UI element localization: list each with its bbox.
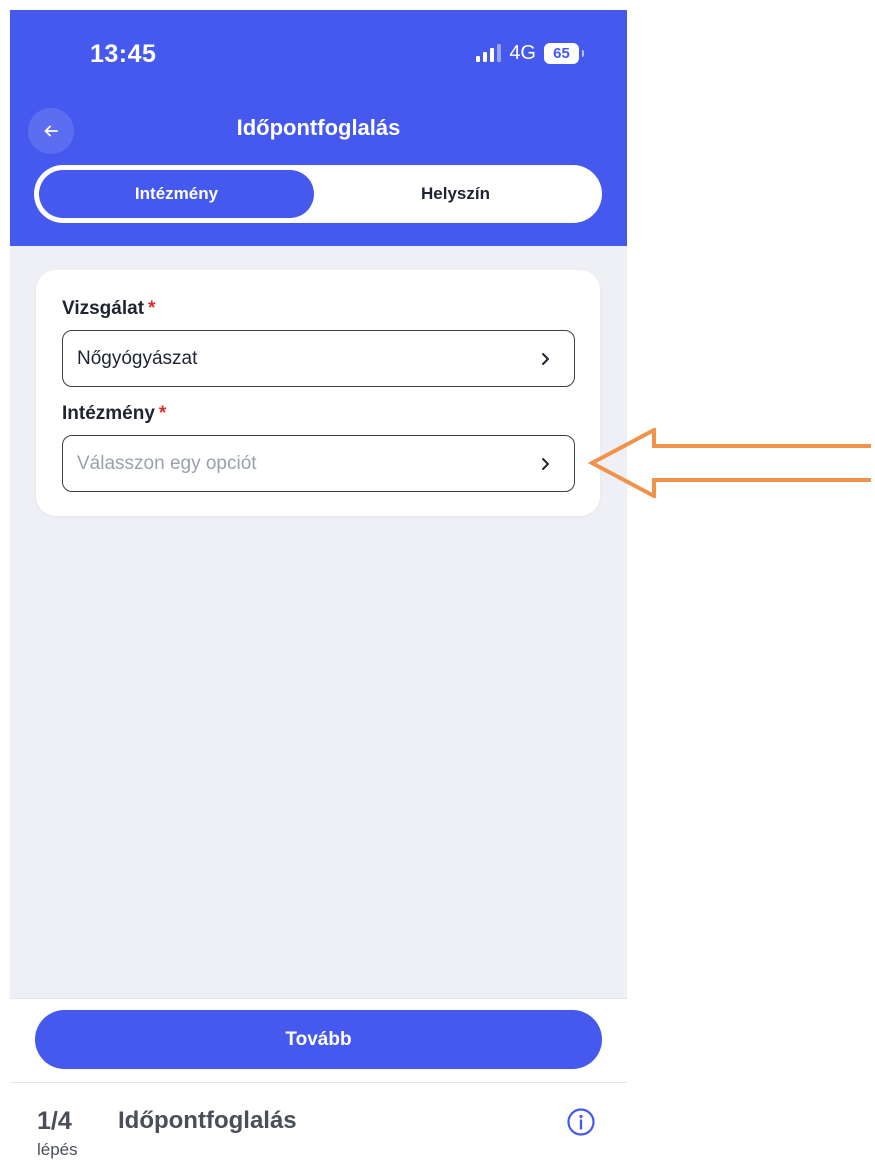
next-button[interactable]: Tovább xyxy=(35,1010,602,1069)
step-title: Időpontfoglalás xyxy=(118,1107,297,1134)
footer-divider xyxy=(10,1082,627,1083)
chevron-right-icon xyxy=(540,457,554,471)
annotation-arrow-icon xyxy=(588,428,871,498)
required-mark: * xyxy=(158,403,167,424)
step-number: 1/4 xyxy=(37,1107,72,1135)
segment-location[interactable]: Helyszín xyxy=(314,170,597,218)
main-content: Vizsgálat * Nőgyógyászat Intézmény * Válas… xyxy=(10,246,627,998)
status-time: 13:45 xyxy=(90,40,157,68)
exam-label: Vizsgálat * xyxy=(62,298,156,319)
institution-label: Intézmény * xyxy=(62,403,167,424)
status-indicators: 4G 65 xyxy=(476,41,584,65)
footer-divider xyxy=(10,998,627,999)
app-header: 13:45 4G 65 Időpontfoglalás Intézmény He… xyxy=(10,10,627,246)
network-type: 4G xyxy=(509,41,536,64)
signal-icon xyxy=(476,44,502,62)
institution-placeholder: Válasszon egy opciót xyxy=(77,452,257,474)
chevron-right-icon xyxy=(540,352,554,366)
page-title: Időpontfoglalás xyxy=(236,115,401,140)
form-card: Vizsgálat * Nőgyógyászat Intézmény * Válas… xyxy=(36,270,600,516)
institution-select[interactable]: Válasszon egy opciót xyxy=(62,435,575,492)
exam-value: Nőgyógyászat xyxy=(77,347,198,369)
required-mark: * xyxy=(148,298,156,319)
battery-icon: 65 xyxy=(544,42,584,64)
step-word: lépés xyxy=(37,1140,78,1159)
phone-screen: 13:45 4G 65 Időpontfoglalás Intézmény He… xyxy=(10,10,627,1169)
segmented-control: Intézmény Helyszín xyxy=(34,165,602,223)
info-circle-icon[interactable] xyxy=(566,1107,596,1137)
segment-institution[interactable]: Intézmény xyxy=(39,170,314,218)
exam-select[interactable]: Nőgyógyászat xyxy=(62,330,575,387)
